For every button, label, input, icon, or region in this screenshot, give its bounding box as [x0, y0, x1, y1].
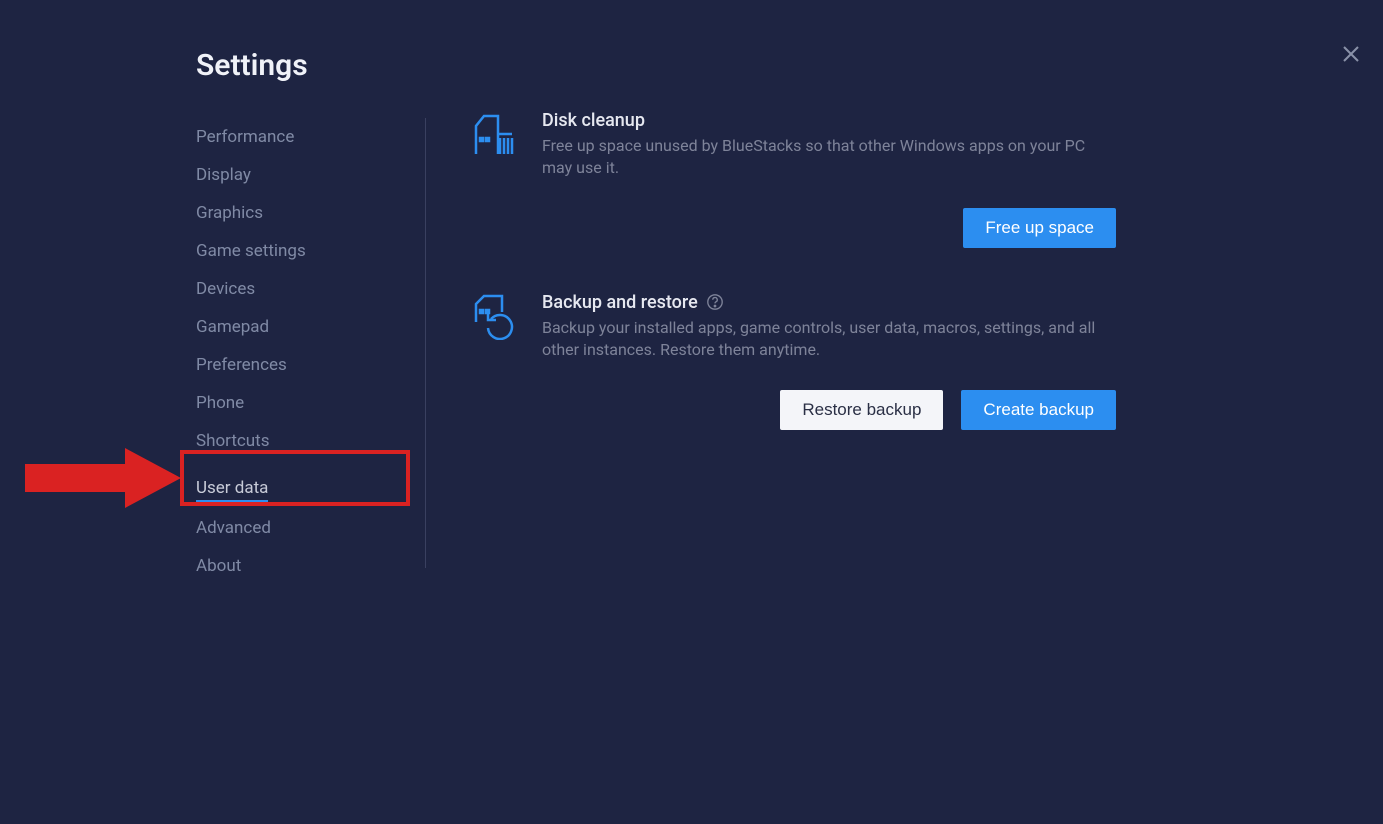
- disk-cleanup-title: Disk cleanup: [542, 110, 1118, 131]
- sidebar-item-phone[interactable]: Phone: [196, 384, 416, 422]
- sidebar-item-about[interactable]: About: [196, 547, 416, 585]
- disk-cleanup-section: Disk cleanup Free up space unused by Blu…: [468, 110, 1118, 248]
- disk-cleanup-desc: Free up space unused by BlueStacks so th…: [542, 135, 1118, 180]
- restore-backup-button[interactable]: Restore backup: [780, 390, 943, 430]
- page-title: Settings: [196, 48, 308, 83]
- create-backup-button[interactable]: Create backup: [961, 390, 1116, 430]
- sidebar-item-advanced[interactable]: Advanced: [196, 509, 416, 547]
- settings-sidebar: Performance Display Graphics Game settin…: [196, 118, 416, 585]
- sidebar-item-game-settings[interactable]: Game settings: [196, 232, 416, 270]
- backup-restore-section: Backup and restore Backup your installed…: [468, 292, 1118, 430]
- disk-cleanup-icon: [468, 110, 516, 158]
- backup-restore-icon: [468, 292, 516, 340]
- backup-restore-title: Backup and restore: [542, 292, 698, 313]
- sidebar-item-shortcuts[interactable]: Shortcuts: [196, 422, 416, 460]
- sidebar-item-preferences[interactable]: Preferences: [196, 346, 416, 384]
- backup-restore-desc: Backup your installed apps, game control…: [542, 317, 1118, 362]
- sidebar-item-gamepad[interactable]: Gamepad: [196, 308, 416, 346]
- sidebar-item-graphics[interactable]: Graphics: [196, 194, 416, 232]
- sidebar-divider: [425, 118, 426, 568]
- annotation-arrow-icon: [25, 442, 181, 514]
- close-button[interactable]: [1339, 42, 1363, 66]
- settings-content: Disk cleanup Free up space unused by Blu…: [468, 110, 1118, 474]
- sidebar-item-display[interactable]: Display: [196, 156, 416, 194]
- sidebar-item-performance[interactable]: Performance: [196, 118, 416, 156]
- sidebar-item-user-data[interactable]: User data: [196, 469, 268, 502]
- help-icon[interactable]: [706, 293, 724, 311]
- free-up-space-button[interactable]: Free up space: [963, 208, 1116, 248]
- sidebar-item-devices[interactable]: Devices: [196, 270, 416, 308]
